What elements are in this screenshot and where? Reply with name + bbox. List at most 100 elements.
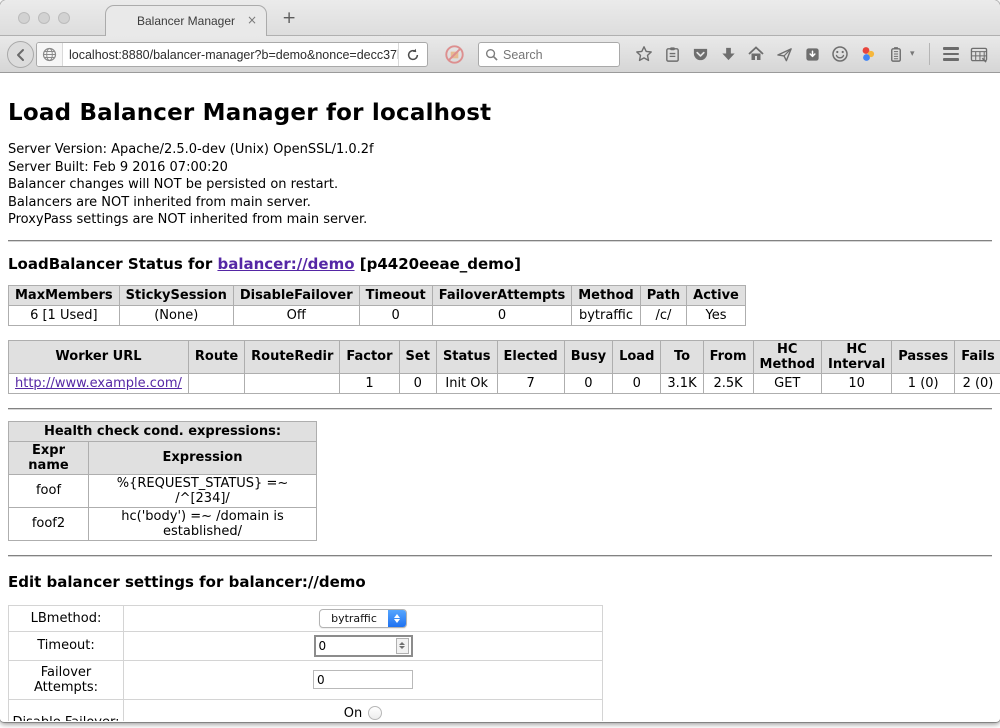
col-disablefailover: DisableFailover [233, 285, 359, 305]
save-to-device-button[interactable] [798, 40, 826, 68]
proxypass-note-line: ProxyPass settings are NOT inherited fro… [8, 211, 992, 229]
persist-note-line: Balancer changes will NOT be persisted o… [8, 176, 992, 194]
battery-status-button[interactable] [882, 40, 910, 68]
sidebar-grid-button[interactable] [965, 40, 993, 68]
cell-factor: 1 [340, 373, 399, 393]
failover-attempts-label: Failover Attempts: [9, 660, 124, 699]
col-worker-url: Worker URL [9, 340, 189, 373]
hc-header-row: Expr name Expression [9, 441, 317, 474]
reload-button[interactable] [398, 43, 427, 66]
downloads-button[interactable] [714, 40, 742, 68]
col-routeredir: RouteRedir [245, 340, 340, 373]
failover-attempts-row: Failover Attempts: [9, 660, 603, 699]
timeout-input-wrap [314, 635, 413, 657]
timeout-label: Timeout: [9, 631, 124, 660]
cell-hc-method: GET [753, 373, 821, 393]
pocket-button[interactable] [686, 40, 714, 68]
col-status: Status [436, 340, 497, 373]
failover-attempts-input[interactable] [313, 670, 413, 689]
divider [8, 408, 992, 410]
worker-status-table: Worker URL Route RouteRedir Factor Set S… [8, 340, 1000, 394]
lbmethod-select[interactable]: bytraffic [319, 609, 407, 628]
minimize-window-button[interactable] [38, 12, 50, 24]
download-icon [720, 46, 737, 63]
cell-load: 0 [613, 373, 661, 393]
table-header-row: MaxMembers StickySession DisableFailover… [9, 285, 746, 305]
hc-row-foof2: foof2 hc('body') =~ /domain is establish… [9, 507, 317, 540]
disable-failover-on-radio[interactable] [368, 706, 382, 720]
browser-window: Balancer Manager × + localhost:8880/bala… [0, 0, 1000, 722]
balancer-status-table: MaxMembers StickySession DisableFailover… [8, 285, 746, 326]
home-button[interactable] [742, 40, 770, 68]
address-bar[interactable]: localhost:8880/balancer-manager?b=demo&n… [36, 42, 428, 67]
cell-stickysession: (None) [119, 305, 233, 325]
adblock-button[interactable] [444, 44, 465, 65]
close-window-button[interactable] [18, 12, 30, 24]
bookmark-star-button[interactable] [630, 40, 658, 68]
tab-close-icon[interactable]: × [247, 13, 257, 27]
lbmethod-selected-value: bytraffic [320, 612, 388, 625]
window-controls [18, 12, 70, 24]
box-download-icon [804, 46, 821, 63]
col-busy: Busy [564, 340, 612, 373]
select-stepper-icon [388, 609, 406, 628]
cell-active: Yes [687, 305, 746, 325]
tab-balancer-manager[interactable]: Balancer Manager × [105, 5, 267, 36]
col-hc-interval: HC Interval [821, 340, 891, 373]
col-load: Load [613, 340, 661, 373]
col-set: Set [399, 340, 436, 373]
cell-set: 0 [399, 373, 436, 393]
cell-passes: 1 (0) [892, 373, 955, 393]
radio-on-label: On [344, 706, 362, 721]
search-input[interactable] [503, 48, 603, 62]
navigation-toolbar: localhost:8880/balancer-manager?b=demo&n… [0, 36, 1000, 73]
tab-title: Balancer Manager [137, 14, 235, 28]
lbmethod-row: LBmethod: bytraffic [9, 605, 603, 631]
smiley-icon [831, 45, 849, 63]
search-bar[interactable] [478, 42, 620, 67]
timeout-input[interactable] [316, 639, 396, 653]
colored-dots-icon [859, 45, 877, 63]
worker-url-link[interactable]: http://www.example.com/ [15, 376, 182, 391]
overflow-caret-icon[interactable]: ▾ [910, 49, 922, 59]
col-route: Route [188, 340, 244, 373]
star-icon [635, 45, 653, 63]
col-active: Active [687, 285, 746, 305]
page-title: Load Balancer Manager for localhost [8, 100, 992, 126]
pocket-icon [692, 46, 709, 63]
menu-button[interactable] [937, 40, 965, 68]
share-button[interactable] [770, 40, 798, 68]
back-button[interactable] [7, 41, 34, 68]
toolbar-separator [929, 43, 930, 65]
extension-colored-button[interactable] [854, 40, 882, 68]
cell-hc-interval: 10 [821, 373, 891, 393]
col-timeout: Timeout [359, 285, 432, 305]
divider [8, 555, 992, 557]
search-icon [485, 48, 498, 61]
cell-failoverattempts: 0 [432, 305, 572, 325]
zoom-window-button[interactable] [58, 12, 70, 24]
new-tab-button[interactable]: + [282, 8, 296, 28]
divider [8, 240, 992, 242]
col-factor: Factor [340, 340, 399, 373]
cell-method: bytraffic [572, 305, 640, 325]
home-icon [747, 45, 765, 63]
cell-to: 3.1K [661, 373, 703, 393]
col-passes: Passes [892, 340, 955, 373]
number-spinner-icon[interactable] [396, 638, 409, 654]
balancer-demo-link[interactable]: balancer://demo [217, 255, 354, 273]
cell-expression: %{REQUEST_STATUS} =~ /^[234]/ [89, 474, 317, 507]
site-identity-button[interactable] [37, 43, 63, 66]
col-stickysession: StickySession [119, 285, 233, 305]
edit-settings-heading: Edit balancer settings for balancer://de… [8, 573, 992, 591]
bookmarks-menu-button[interactable] [658, 40, 686, 68]
cell-fails: 2 (0) [955, 373, 1000, 393]
cell-timeout: 0 [359, 305, 432, 325]
cell-busy: 0 [564, 373, 612, 393]
globe-icon [42, 47, 57, 62]
cell-elected: 7 [497, 373, 564, 393]
url-text[interactable]: localhost:8880/balancer-manager?b=demo&n… [63, 48, 398, 62]
col-method: Method [572, 285, 640, 305]
col-elected: Elected [497, 340, 564, 373]
feedback-button[interactable] [826, 40, 854, 68]
